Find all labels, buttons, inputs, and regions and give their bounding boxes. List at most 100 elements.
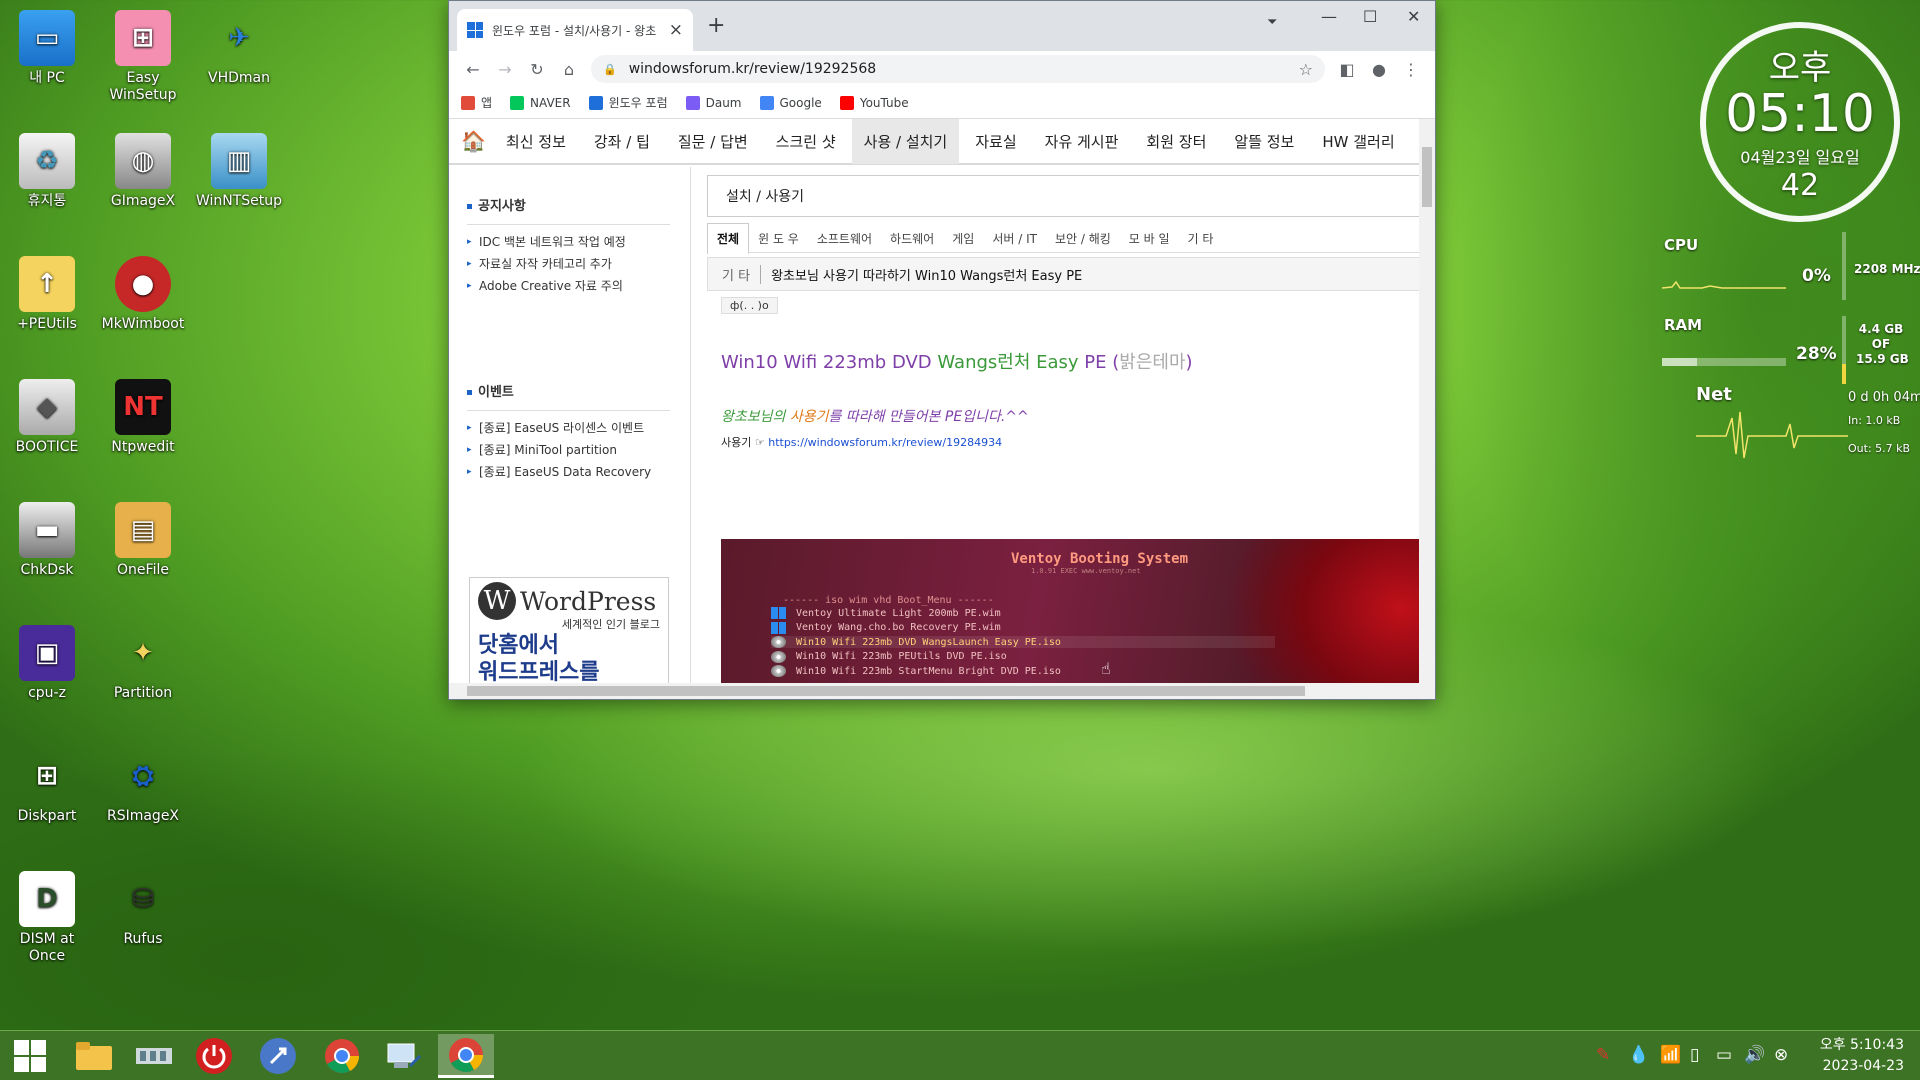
windowsforum-favicon-icon: [467, 22, 483, 38]
reference-link[interactable]: https://windowsforum.kr/review/19284934: [768, 436, 1002, 449]
bookmark-item[interactable]: NAVER: [510, 95, 571, 110]
tray-battery-icon[interactable]: ▭: [1716, 1045, 1732, 1065]
desktop-icon-label: ChkDsk: [20, 562, 74, 578]
category-tab[interactable]: 서버 / IT: [983, 224, 1046, 253]
desktop-icon-cpu[interactable]: ▣ cpu-z: [2, 625, 92, 702]
cpu-frequency: 2208 MHz: [1854, 262, 1920, 276]
event-item[interactable]: [종료] EaseUS 라이센스 이벤트: [467, 417, 670, 439]
site-nav-item[interactable]: 최신 정보: [506, 131, 566, 152]
vertical-scrollbar[interactable]: [1419, 119, 1435, 683]
desktop-icon-tiles[interactable]: ⊞ Diskpart: [2, 748, 92, 825]
taskbar-clock[interactable]: 오후 5:10:43 2023-04-23: [1792, 1035, 1904, 1077]
bookmark-item[interactable]: 앱: [461, 94, 492, 111]
folder-icon: [76, 1042, 112, 1070]
notice-item[interactable]: Adobe Creative 자료 주의: [467, 275, 670, 297]
category-tab[interactable]: 기 타: [1179, 224, 1223, 253]
desktop-icon-dism[interactable]: D DISM at Once: [2, 871, 92, 965]
desktop-icon-monitor[interactable]: ▭ 내 PC: [2, 10, 92, 87]
site-nav-item[interactable]: 자료실: [975, 131, 1016, 152]
bookmark-label: YouTube: [859, 95, 909, 110]
maximize-icon[interactable]: ☐: [1363, 7, 1377, 26]
desktop-icon-label: BOOTICE: [15, 439, 79, 455]
desktop-icon-ntpwedit[interactable]: NT Ntpwedit: [98, 379, 188, 456]
horizontal-scroll-thumb[interactable]: [467, 686, 1305, 696]
menu-kebab-icon[interactable]: ⋮: [1395, 60, 1427, 79]
power-app-button[interactable]: [186, 1034, 242, 1078]
back-arrow-icon[interactable]: ←: [457, 60, 489, 79]
category-tab[interactable]: 하드웨어: [881, 224, 943, 253]
tray-drop-icon[interactable]: 💧: [1628, 1045, 1649, 1065]
bookmark-item[interactable]: 윈도우 포럼: [588, 94, 668, 111]
notice-item[interactable]: IDC 백본 네트워크 작업 예정: [467, 231, 670, 253]
profile-avatar-icon[interactable]: ●: [1363, 60, 1395, 79]
new-tab-icon[interactable]: +: [707, 13, 725, 38]
category-tab[interactable]: 보안 / 해킹: [1046, 224, 1120, 253]
close-window-icon[interactable]: ✕: [1407, 7, 1420, 26]
tray-pen-icon[interactable]: ✎: [1596, 1045, 1610, 1065]
category-tab[interactable]: 게임: [943, 224, 983, 253]
ram-detail: 4.4 GB OF 15.9 GB: [1856, 322, 1909, 367]
site-nav-item[interactable]: 질문 / 답변: [678, 131, 748, 152]
notice-item[interactable]: 자료실 자작 카테고리 추가: [467, 253, 670, 275]
category-tab[interactable]: 소프트웨어: [808, 224, 881, 253]
tray-wifi-icon[interactable]: 📶: [1660, 1045, 1681, 1065]
bookmark-item[interactable]: Google: [759, 95, 822, 110]
desktop-icon-folder[interactable]: ↑ +PEUtils: [2, 256, 92, 333]
vertical-scroll-thumb[interactable]: [1422, 147, 1432, 207]
site-nav-item[interactable]: 자유 게시판: [1045, 131, 1119, 152]
bookmark-star-icon[interactable]: ☆: [1299, 60, 1313, 79]
desktop-icon-partition-wand[interactable]: ✦ Partition: [98, 625, 188, 702]
desktop-icon-windows-setup[interactable]: ⊞ Easy WinSetup: [98, 10, 188, 104]
wordpress-ad[interactable]: W WordPress 세계적인 인기 블로그 닷홈에서 워드프레스를: [469, 577, 669, 683]
network-app-button[interactable]: [376, 1034, 432, 1078]
desktop-icon-winntsetup[interactable]: ▥ WinNTSetup: [194, 133, 284, 210]
desktop-icon-bootice[interactable]: ◆ BOOTICE: [2, 379, 92, 456]
site-home-icon[interactable]: 🏠: [461, 129, 486, 153]
browser-tab[interactable]: 윈도우 포럼 - 설치/사용기 - 왕초 ×: [457, 9, 693, 51]
desktop-icon-package[interactable]: ▤ OneFile: [98, 502, 188, 579]
rocket-app-button[interactable]: [250, 1034, 306, 1078]
horizontal-scrollbar[interactable]: [449, 683, 1435, 699]
tray-volume-icon[interactable]: 🔊: [1744, 1045, 1765, 1065]
desktop-icon-vhd[interactable]: ✈ VHDman: [194, 10, 284, 87]
site-nav-item[interactable]: 알뜰 정보: [1234, 131, 1294, 152]
bookmark-item[interactable]: Daum: [685, 95, 742, 110]
chrome-icon: [325, 1039, 359, 1073]
minimize-icon[interactable]: —: [1321, 7, 1337, 26]
tab-search-icon[interactable]: ⏷: [1267, 15, 1277, 30]
bookmark-item[interactable]: YouTube: [839, 95, 909, 110]
desktop-icon-drive[interactable]: ▬ ChkDsk: [2, 502, 92, 579]
chrome-pinned-button[interactable]: [314, 1034, 370, 1078]
desktop-icon-rsimagex[interactable]: ⛭ RSImageX: [98, 748, 188, 825]
start-button[interactable]: [2, 1034, 58, 1078]
category-tab[interactable]: 윈 도 우: [749, 224, 808, 253]
address-bar[interactable]: 🔒 windowsforum.kr/review/19292568 ☆: [591, 55, 1325, 83]
event-item[interactable]: [종료] EaseUS Data Recovery: [467, 461, 670, 483]
forward-arrow-icon[interactable]: →: [489, 60, 521, 79]
chrome-active-button[interactable]: [438, 1034, 494, 1078]
desktop-icon-gimagex[interactable]: ◍ GImageX: [98, 133, 188, 210]
reload-icon[interactable]: ↻: [521, 60, 553, 79]
tray-close-icon[interactable]: ⊗: [1774, 1045, 1788, 1065]
desktop-icon-ladybug[interactable]: ● MkWimboot: [98, 256, 188, 333]
file-explorer-button[interactable]: [66, 1034, 122, 1078]
site-nav-item[interactable]: 회원 장터: [1146, 131, 1206, 152]
close-tab-icon[interactable]: ×: [669, 20, 683, 40]
category-tab[interactable]: 전체: [707, 222, 750, 255]
dism-icon: D: [19, 871, 75, 927]
desktop-icon-label: VHDman: [208, 70, 270, 86]
category-tab[interactable]: 모 바 일: [1120, 224, 1179, 253]
desktop-icon-usb[interactable]: ⛁ Rufus: [98, 871, 188, 948]
desktop-icon-label: cpu-z: [28, 685, 66, 701]
site-nav-item[interactable]: HW 갤러리: [1322, 131, 1394, 152]
home-icon[interactable]: ⌂: [553, 60, 585, 79]
desktop-icon-recycle-bin[interactable]: ♻ 휴지통: [2, 133, 92, 210]
site-nav-item[interactable]: 강좌 / 팁: [594, 131, 650, 152]
side-panel-icon[interactable]: ◧: [1331, 60, 1363, 79]
tray-usb-icon[interactable]: ▯: [1690, 1045, 1699, 1065]
site-nav-item[interactable]: 스크린 샷: [776, 131, 836, 152]
event-item[interactable]: [종료] MiniTool partition: [467, 439, 670, 461]
site-nav-item[interactable]: 사용 / 설치기: [851, 119, 960, 164]
taskbar-date: 2023-04-23: [1822, 1058, 1904, 1074]
memory-app-button[interactable]: [126, 1034, 182, 1078]
